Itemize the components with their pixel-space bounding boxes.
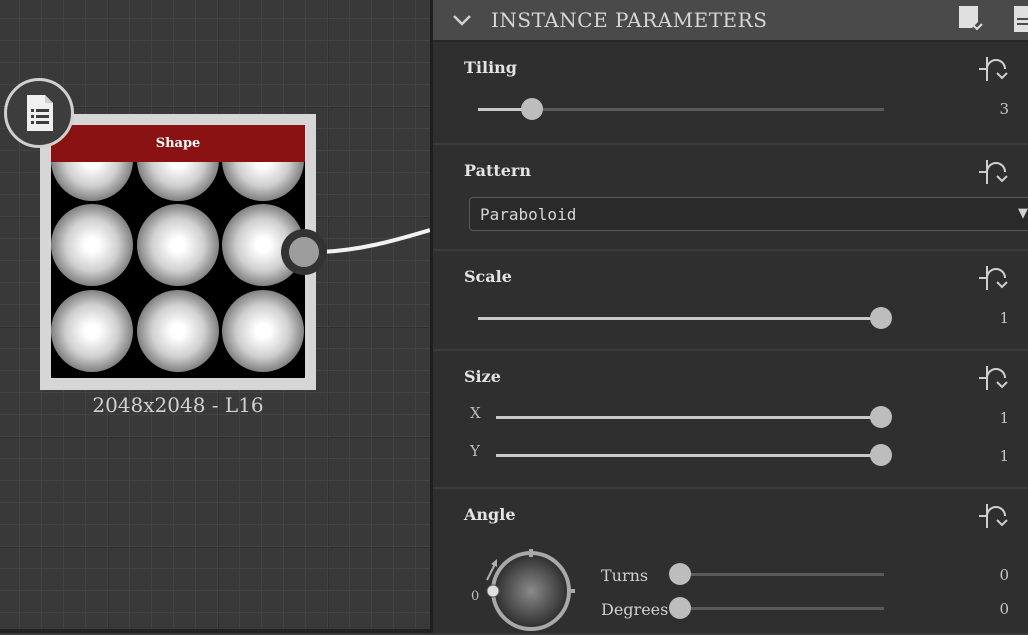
document-icon[interactable] <box>1011 4 1028 34</box>
tiling-label: Tiling <box>464 58 517 77</box>
size-x-slider-fill <box>496 416 881 419</box>
degrees-label: Degrees <box>601 600 669 619</box>
size-label: Size <box>464 367 501 386</box>
size-y-label: Y <box>470 442 480 460</box>
angle-label: Angle <box>464 505 516 524</box>
shape-node[interactable]: Shape <box>40 114 316 390</box>
document-list-icon <box>4 78 74 148</box>
reset-dropdown-icon[interactable] <box>977 362 1011 392</box>
node-resolution-label: 2048x2048 - L16 <box>92 393 264 417</box>
reset-dropdown-icon[interactable] <box>977 500 1011 530</box>
scale-section: Scale 1 <box>433 249 1028 349</box>
angle-dial-zero-label: 0 <box>471 589 480 604</box>
reset-dropdown-icon[interactable] <box>977 262 1011 292</box>
degrees-value[interactable]: 0 <box>999 600 1009 618</box>
tiling-slider-knob[interactable] <box>521 98 543 120</box>
scale-value[interactable]: 1 <box>999 309 1009 327</box>
pattern-selected-value: Paraboloid <box>480 205 577 224</box>
size-x-value[interactable]: 1 <box>999 409 1009 427</box>
size-x-slider-knob[interactable] <box>870 406 892 428</box>
size-x-label: X <box>470 404 481 422</box>
degrees-slider-track[interactable] <box>680 607 884 610</box>
pattern-section: Pattern Paraboloid ▼ <box>433 143 1028 249</box>
degrees-slider-knob[interactable] <box>669 597 691 619</box>
turns-value[interactable]: 0 <box>999 566 1009 584</box>
angle-section: Angle 0 Turns 0 Degrees 0 <box>433 487 1028 633</box>
pattern-dropdown[interactable]: Paraboloid ▼ <box>469 197 1028 231</box>
tiling-section: Tiling 3 <box>433 42 1028 143</box>
node-graph-canvas[interactable]: Shape 2048x2048 - L16 <box>0 0 430 633</box>
node-preview-thumbnail <box>51 162 305 378</box>
panel-title: INSTANCE PARAMETERS <box>491 8 768 32</box>
scale-label: Scale <box>464 267 512 286</box>
size-section: Size X 1 Y 1 <box>433 349 1028 487</box>
graph-bottom-edge <box>0 629 430 633</box>
size-y-slider-knob[interactable] <box>870 444 892 466</box>
chevron-down-icon[interactable] <box>451 12 473 28</box>
tiling-value[interactable]: 3 <box>999 100 1009 118</box>
turns-label: Turns <box>601 566 649 585</box>
bookmark-dropdown-icon[interactable] <box>956 4 988 34</box>
turns-slider-track[interactable] <box>680 573 884 576</box>
size-y-slider-fill <box>496 454 881 457</box>
scale-slider-fill <box>478 317 881 320</box>
angle-dial[interactable] <box>483 547 583 635</box>
reset-dropdown-icon[interactable] <box>977 53 1011 83</box>
node-title: Shape <box>51 125 305 162</box>
pattern-label: Pattern <box>464 161 531 180</box>
panel-header: INSTANCE PARAMETERS <box>433 0 1028 42</box>
scale-slider-knob[interactable] <box>870 307 892 329</box>
reset-dropdown-icon[interactable] <box>977 156 1011 186</box>
instance-parameters-panel: INSTANCE PARAMETERS Tiling 3 Pattern Par… <box>430 0 1028 633</box>
node-output-pin[interactable] <box>281 229 327 275</box>
turns-slider-knob[interactable] <box>669 563 691 585</box>
size-y-value[interactable]: 1 <box>999 447 1009 465</box>
dropdown-arrow-icon: ▼ <box>1018 206 1028 221</box>
